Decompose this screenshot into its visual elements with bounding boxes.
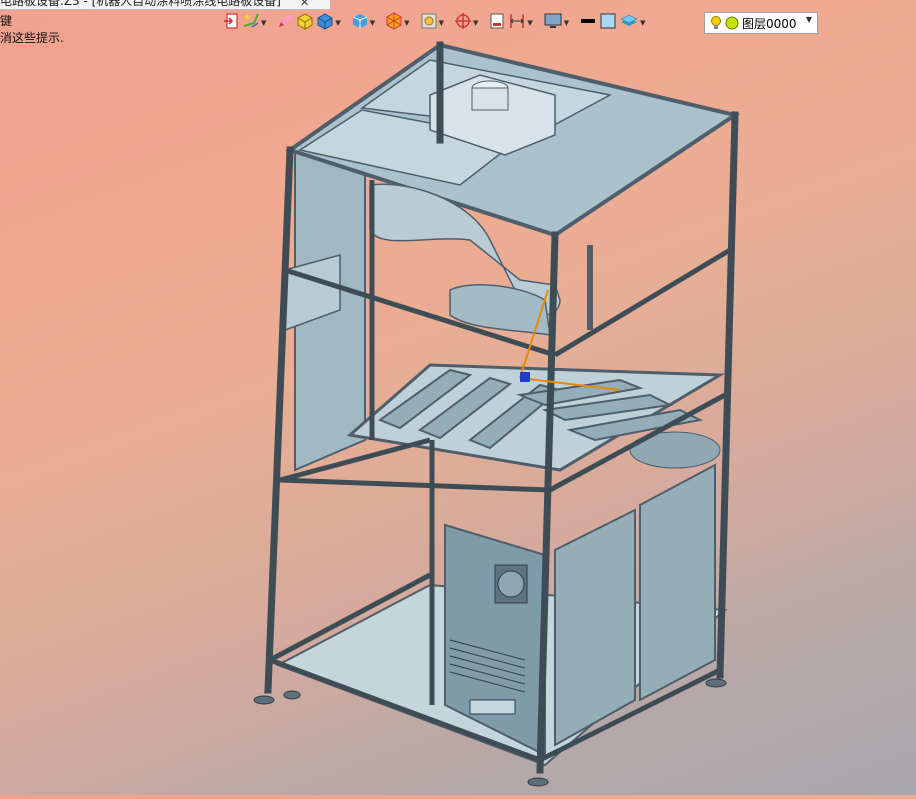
page-button[interactable] xyxy=(488,11,506,35)
exit-button[interactable] xyxy=(222,11,240,35)
machine-model xyxy=(253,41,740,787)
chevron-down-icon[interactable]: ▼ xyxy=(261,19,266,27)
blue-solid-button[interactable]: ▼ xyxy=(316,11,341,35)
face-color-button[interactable] xyxy=(599,11,617,35)
cabinet-label xyxy=(469,699,516,715)
pencil-icon xyxy=(276,12,294,34)
prompt-line-1: 键 xyxy=(0,14,13,28)
exit-icon xyxy=(222,12,240,34)
chevron-down-icon[interactable]: ▼ xyxy=(527,19,532,27)
dimension-button[interactable]: ▼ xyxy=(508,11,533,35)
monitor-icon xyxy=(543,12,563,34)
dimension-icon xyxy=(508,12,526,34)
sketch-icon xyxy=(242,12,260,34)
line-color-icon xyxy=(579,12,597,34)
draw-button[interactable] xyxy=(276,11,294,35)
chevron-down-icon[interactable]: ▼ xyxy=(370,19,375,27)
yellow-solid-button[interactable] xyxy=(296,11,314,35)
hexagon-button[interactable]: ▼ xyxy=(385,11,410,35)
tab-title: 电路板设备.Z3 - [机器人自动涂料喷涂线电路板设备] xyxy=(0,0,281,8)
chevron-down-icon[interactable]: ▼ xyxy=(640,19,645,27)
frame-button[interactable]: ▼ xyxy=(420,11,444,35)
target-icon xyxy=(454,12,472,34)
layers-icon xyxy=(619,12,639,34)
cabinet-door-right xyxy=(639,463,716,702)
chevron-down-icon[interactable]: ▼ xyxy=(806,15,812,24)
layer-value: 图层0000 xyxy=(742,16,797,31)
chevron-down-icon[interactable]: ▼ xyxy=(473,19,478,27)
3d-viewport[interactable] xyxy=(0,40,916,795)
chevron-down-icon[interactable]: ▼ xyxy=(564,19,569,27)
sketch-button[interactable]: ▼ xyxy=(242,11,266,35)
document-tab[interactable]: 电路板设备.Z3 - [机器人自动涂料喷涂线电路板设备] ✕ xyxy=(0,0,330,10)
layers-button[interactable]: ▼ xyxy=(619,11,646,35)
chevron-down-icon[interactable]: ▼ xyxy=(404,19,409,27)
chevron-down-icon[interactable]: ▼ xyxy=(439,19,444,27)
hexagon-icon xyxy=(385,12,403,34)
frame-icon xyxy=(420,12,438,34)
yellow-cube-icon xyxy=(296,12,314,34)
blue-cube-icon xyxy=(316,12,334,34)
cabinet-door-left xyxy=(554,508,636,747)
layer-select[interactable]: 图层0000 ▼ xyxy=(704,12,818,34)
chevron-down-icon[interactable]: ▼ xyxy=(335,19,340,27)
lightbulb-icon[interactable] xyxy=(710,15,722,31)
render-mode-button[interactable]: ▼ xyxy=(351,11,375,35)
target-button[interactable]: ▼ xyxy=(454,11,478,35)
page-icon xyxy=(488,12,506,34)
line-color-button[interactable] xyxy=(579,11,597,35)
layer-color-icon[interactable] xyxy=(725,16,739,30)
render-mode-icon xyxy=(351,12,369,34)
display-button[interactable]: ▼ xyxy=(543,11,569,35)
face-color-icon xyxy=(599,12,617,34)
tab-close-icon[interactable]: ✕ xyxy=(300,0,309,9)
